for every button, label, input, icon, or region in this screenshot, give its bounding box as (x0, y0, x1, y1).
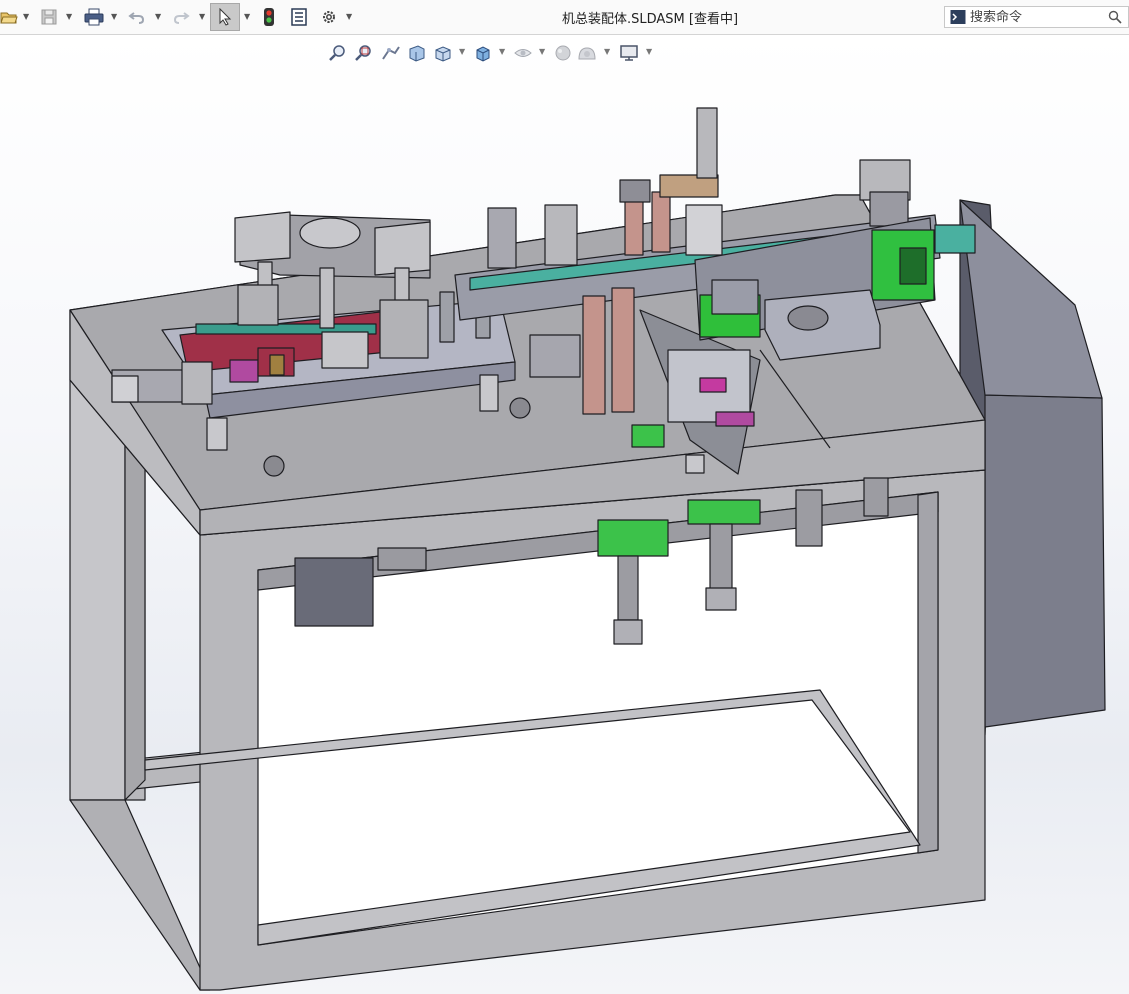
command-prompt-icon (950, 10, 966, 24)
select-dropdown-icon[interactable]: ▼ (244, 12, 250, 21)
table-frame-front (199, 469, 986, 991)
print-dropdown-icon[interactable]: ▼ (111, 12, 117, 21)
undo-icon[interactable] (126, 5, 148, 29)
save-icon[interactable] (38, 5, 60, 29)
print-icon[interactable] (82, 5, 106, 29)
window-title: 机总装配体.SLDASM [查看中] (561, 12, 739, 27)
search-command-box[interactable] (944, 6, 1129, 28)
assembly-model[interactable] (0, 35, 1129, 994)
file-properties-icon[interactable] (288, 5, 310, 29)
search-command-input[interactable] (966, 9, 1100, 25)
open-dropdown-icon[interactable]: ▼ (23, 12, 29, 21)
search-icon[interactable] (1108, 10, 1122, 24)
select-icon[interactable] (210, 3, 240, 31)
rebuild-traffic-light-icon[interactable] (259, 5, 279, 29)
title-bar: ▼ ▼ ▼ ▼ ▼ ▼ ▼ 机总装配体.SLDASM [查看中] (0, 0, 1129, 35)
options-gear-icon[interactable] (318, 5, 340, 29)
redo-icon[interactable] (170, 5, 192, 29)
redo-dropdown-icon[interactable]: ▼ (199, 12, 205, 21)
save-dropdown-icon[interactable]: ▼ (66, 12, 72, 21)
undo-dropdown-icon[interactable]: ▼ (155, 12, 161, 21)
open-icon[interactable] (0, 5, 18, 29)
options-dropdown-icon[interactable]: ▼ (346, 12, 352, 21)
